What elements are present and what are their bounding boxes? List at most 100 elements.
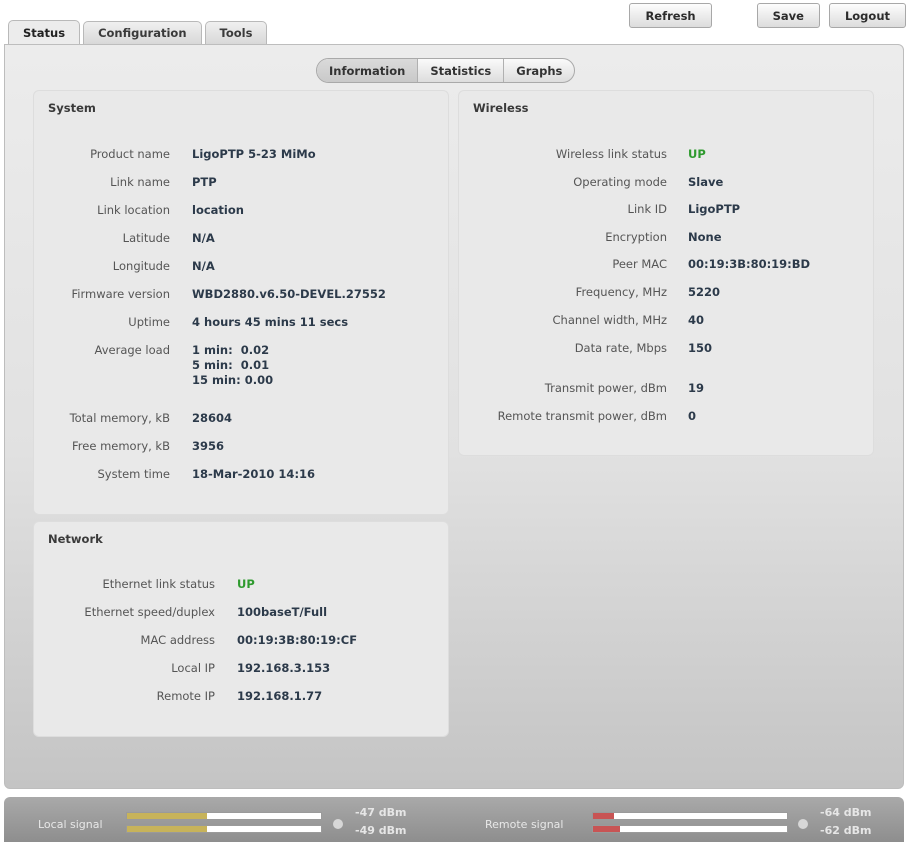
refresh-button[interactable]: Refresh	[629, 3, 712, 28]
row-label: Transmit power, dBm	[544, 381, 667, 395]
local-signal-label: Local signal	[38, 818, 103, 831]
network-row-local-ip: Local IP 192.168.3.153	[34, 661, 330, 676]
network-row-remote-ip: Remote IP 192.168.1.77	[34, 689, 322, 704]
main-panel: Information Statistics Graphs System Pro…	[4, 44, 904, 789]
row-value: 192.168.1.77	[237, 689, 323, 703]
row-value: 150	[688, 341, 713, 355]
tab-tools[interactable]: Tools	[204, 21, 268, 44]
remote-signal-bar-1	[592, 812, 788, 820]
row-value: 192.168.3.153	[237, 661, 331, 675]
row-value: 0	[688, 409, 697, 423]
load-15min: 15 min: 0.00	[192, 373, 274, 387]
remote-signal-indicator-icon	[798, 819, 808, 829]
logout-button[interactable]: Logout	[828, 3, 906, 28]
row-label: Remote IP	[156, 689, 215, 703]
row-label: Remote transmit power, dBm	[497, 409, 667, 423]
system-row-system-time: System time 18-Mar-2010 14:16	[34, 467, 315, 482]
system-row-product-name: Product name LigoPTP 5-23 MiMo	[34, 147, 316, 162]
row-value: 28604	[192, 411, 233, 425]
remote-signal-label: Remote signal	[485, 818, 564, 831]
system-row-uptime: Uptime 4 hours 45 mins 11 secs	[34, 315, 348, 330]
local-signal-dbm-1: -47 dBm	[355, 806, 407, 819]
wireless-row-link-id: Link ID LigoPTP	[459, 202, 741, 217]
wireless-row-operating-mode: Operating mode Slave	[459, 175, 723, 190]
row-value: 00:19:3B:80:19:CF	[237, 633, 358, 647]
network-row-mac-address: MAC address 00:19:3B:80:19:CF	[34, 633, 358, 648]
average-load-values: 1 min: 0.02 5 min: 0.01 15 min: 0.00	[192, 343, 273, 388]
wireless-row-remote-transmit-power: Remote transmit power, dBm 0	[459, 409, 696, 424]
row-label: System time	[97, 467, 170, 481]
row-value: 18-Mar-2010 14:16	[192, 467, 316, 481]
network-row-ethernet-link-status: Ethernet link status UP	[34, 577, 255, 592]
system-row-latitude: Latitude N/A	[34, 231, 215, 246]
load-1min: 1 min: 0.02	[192, 343, 270, 357]
local-signal-fill-2	[127, 826, 207, 832]
subtab-graphs[interactable]: Graphs	[504, 59, 574, 82]
local-signal-bar-1	[126, 812, 322, 820]
sub-tab-bar: Information Statistics Graphs	[316, 58, 576, 83]
row-value: Slave	[688, 175, 724, 189]
row-label: Total memory, kB	[69, 411, 170, 425]
remote-signal-fill-1	[593, 813, 615, 819]
row-label: Channel width, MHz	[552, 313, 667, 327]
row-value: 4 hours 45 mins 11 secs	[192, 315, 349, 329]
row-value: PTP	[192, 175, 217, 189]
row-label: Average load	[94, 343, 170, 357]
local-signal-fill-1	[127, 813, 207, 819]
save-button[interactable]: Save	[756, 3, 820, 28]
row-value: 100baseT/Full	[237, 605, 328, 619]
remote-signal-dbm-2: -62 dBm	[820, 824, 872, 837]
row-value: 5220	[688, 285, 721, 299]
signal-status-bar: Local signal -47 dBm -49 dBm Remote sign…	[4, 797, 904, 842]
remote-signal-dbm-1: -64 dBm	[820, 806, 872, 819]
wireless-title: Wireless	[473, 101, 529, 115]
system-row-link-location: Link location location	[34, 203, 244, 218]
system-panel: System Product name LigoPTP 5-23 MiMo Li…	[33, 90, 449, 515]
row-value: N/A	[192, 231, 215, 245]
tab-configuration[interactable]: Configuration	[83, 21, 202, 44]
system-row-average-load: Average load 1 min: 0.02 5 min: 0.01 15 …	[34, 343, 274, 388]
row-value: N/A	[192, 259, 215, 273]
wireless-row-channel-width: Channel width, MHz 40	[459, 313, 705, 328]
row-label: Peer MAC	[612, 257, 667, 271]
subtab-statistics[interactable]: Statistics	[418, 59, 505, 82]
row-value: 3956	[192, 439, 225, 453]
wireless-row-transmit-power: Transmit power, dBm 19	[459, 381, 704, 396]
row-label: Data rate, Mbps	[574, 341, 667, 355]
row-label: Link ID	[627, 202, 667, 216]
row-label: Latitude	[122, 231, 170, 245]
row-label: Operating mode	[573, 175, 667, 189]
row-value: 00:19:3B:80:19:BD	[688, 257, 811, 271]
row-value: None	[688, 230, 722, 244]
top-button-bar: Refresh Save Logout	[620, 3, 906, 28]
row-label: Link name	[110, 175, 170, 189]
ethernet-status-badge: UP	[237, 577, 255, 591]
row-label: Encryption	[605, 230, 667, 244]
row-value: 40	[688, 313, 705, 327]
wireless-row-data-rate: Data rate, Mbps 150	[459, 341, 712, 356]
row-label: Ethernet speed/duplex	[84, 605, 215, 619]
wireless-row-peer-mac: Peer MAC 00:19:3B:80:19:BD	[459, 257, 810, 272]
row-value: 19	[688, 381, 705, 395]
row-value: LigoPTP	[688, 202, 741, 216]
row-label: Free memory, kB	[72, 439, 170, 453]
system-title: System	[48, 101, 96, 115]
network-title: Network	[48, 532, 103, 546]
wireless-panel: Wireless Wireless link status UP Operati…	[458, 90, 874, 456]
load-5min: 5 min: 0.01	[192, 358, 270, 372]
system-row-free-memory: Free memory, kB 3956	[34, 439, 224, 454]
remote-signal-bar-2	[592, 825, 788, 833]
system-row-total-memory: Total memory, kB 28604	[34, 411, 232, 426]
tab-status[interactable]: Status	[8, 20, 81, 45]
row-label: Uptime	[128, 315, 170, 329]
row-value: LigoPTP 5-23 MiMo	[192, 147, 316, 161]
row-value: location	[192, 203, 244, 217]
wireless-row-frequency: Frequency, MHz 5220	[459, 285, 720, 300]
wireless-status-badge: UP	[688, 147, 706, 161]
row-label: Wireless link status	[555, 147, 667, 161]
subtab-information[interactable]: Information	[317, 59, 419, 82]
wireless-row-link-status: Wireless link status UP	[459, 147, 706, 162]
row-label: Frequency, MHz	[575, 285, 667, 299]
network-panel: Network Ethernet link status UP Ethernet…	[33, 521, 449, 737]
row-label: Longitude	[112, 259, 170, 273]
